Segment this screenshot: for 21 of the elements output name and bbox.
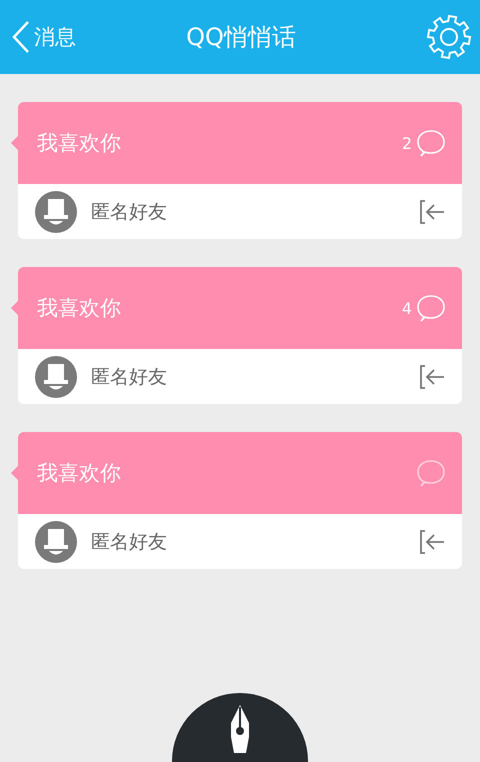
message-text: 我喜欢你 bbox=[37, 295, 122, 322]
message-card[interactable]: 我喜欢你 4 bbox=[18, 267, 462, 349]
avatar-icon bbox=[35, 356, 77, 398]
comment-count: 4 bbox=[402, 298, 412, 318]
page-title: QQ悄悄话 bbox=[186, 22, 296, 53]
back-icon bbox=[10, 20, 32, 54]
sender-name: 匿名好友 bbox=[91, 200, 168, 224]
back-button[interactable]: 消息 bbox=[10, 20, 76, 54]
exit-icon[interactable] bbox=[418, 528, 446, 554]
message-text: 我喜欢你 bbox=[37, 130, 122, 157]
sender-name: 匿名好友 bbox=[91, 530, 168, 554]
comment-count: 2 bbox=[402, 134, 412, 152]
exit-icon[interactable] bbox=[418, 198, 446, 224]
message-card[interactable]: 我喜欢你 bbox=[18, 432, 462, 514]
avatar-icon bbox=[35, 190, 77, 232]
message-card[interactable]: 我喜欢你 2 bbox=[18, 102, 462, 184]
exit-icon[interactable] bbox=[418, 364, 446, 390]
avatar-icon bbox=[35, 520, 77, 562]
settings-icon[interactable] bbox=[426, 14, 472, 60]
sender-name: 匿名好友 bbox=[91, 364, 168, 390]
message-text: 我喜欢你 bbox=[37, 460, 122, 487]
